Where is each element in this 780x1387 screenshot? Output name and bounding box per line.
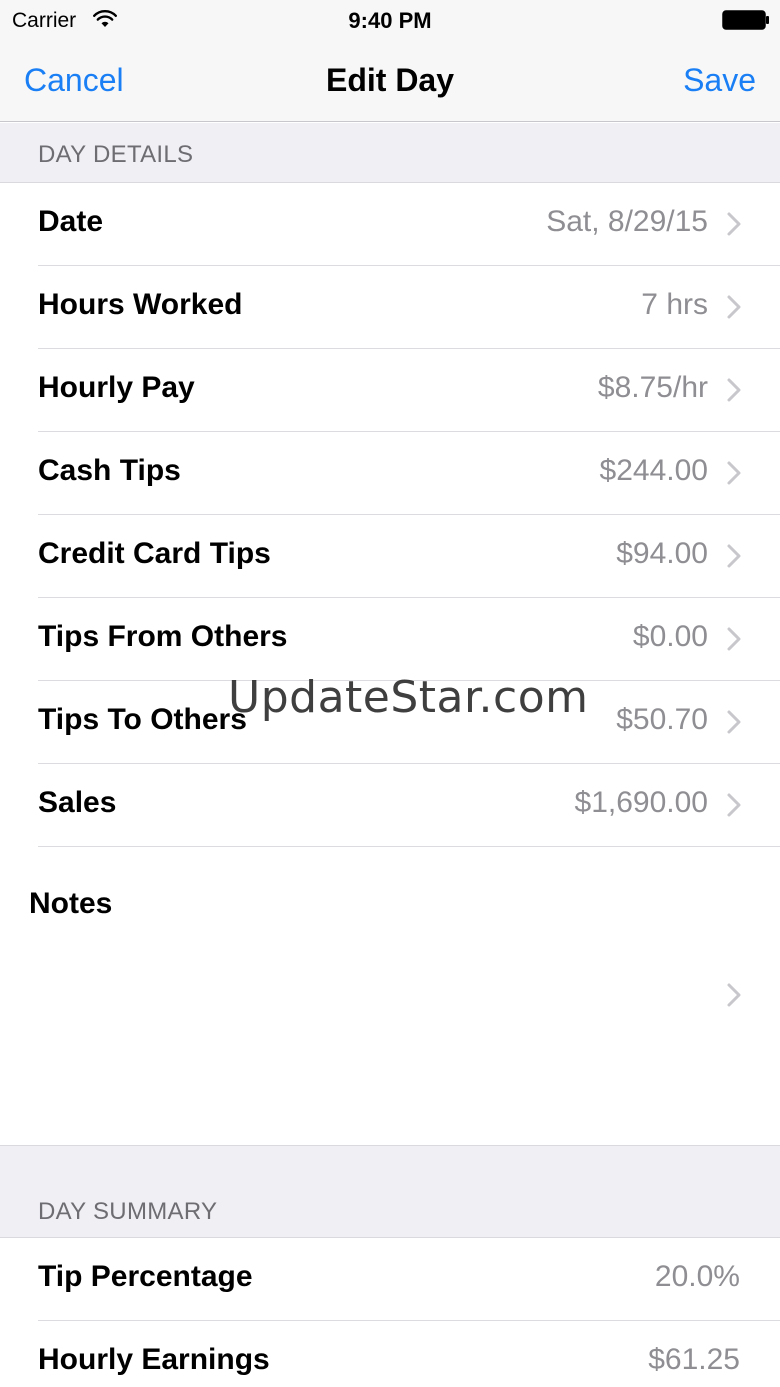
row-label: Cash Tips bbox=[38, 454, 181, 487]
row-value: $61.25 bbox=[648, 1343, 740, 1376]
row-label: Credit Card Tips bbox=[38, 537, 271, 570]
chevron-right-icon bbox=[727, 295, 741, 319]
row-sales[interactable]: Sales $1,690.00 bbox=[0, 764, 780, 847]
row-hourly-pay[interactable]: Hourly Pay $8.75/hr bbox=[0, 349, 780, 432]
chevron-right-icon bbox=[727, 983, 741, 1007]
chevron-right-icon bbox=[727, 212, 741, 236]
row-date[interactable]: Date Sat, 8/29/15 bbox=[0, 183, 780, 266]
status-time: 9:40 PM bbox=[348, 8, 432, 33]
row-credit-card-tips[interactable]: Credit Card Tips $94.00 bbox=[0, 515, 780, 598]
row-value: $8.75/hr bbox=[597, 371, 708, 404]
row-hours-worked[interactable]: Hours Worked 7 hrs bbox=[0, 266, 780, 349]
row-label: Hourly Pay bbox=[38, 371, 195, 404]
row-value: 7 hrs bbox=[641, 288, 708, 321]
chevron-right-icon bbox=[727, 461, 741, 485]
chevron-right-icon bbox=[727, 710, 741, 734]
battery-icon bbox=[722, 10, 769, 30]
save-button[interactable]: Save bbox=[683, 62, 756, 99]
row-value: $0.00 bbox=[632, 620, 708, 653]
row-tips-from-others[interactable]: Tips From Others $0.00 bbox=[0, 598, 780, 681]
notes-label: Notes bbox=[29, 887, 113, 920]
row-value: $94.00 bbox=[616, 537, 708, 570]
day-details-header: DAY DETAILS bbox=[0, 123, 780, 183]
day-summary-header: DAY SUMMARY bbox=[0, 1145, 780, 1238]
chevron-right-icon bbox=[727, 378, 741, 402]
row-value: $244.00 bbox=[599, 454, 708, 487]
status-bar: Carrier 9:40 PM bbox=[0, 0, 780, 40]
row-label: Date bbox=[38, 205, 104, 238]
row-label: Sales bbox=[38, 786, 117, 819]
row-label: Hours Worked bbox=[38, 288, 243, 321]
cancel-button[interactable]: Cancel bbox=[24, 62, 124, 99]
row-value: 20.0% bbox=[654, 1260, 740, 1293]
row-label: Tip Percentage bbox=[38, 1260, 253, 1293]
row-tips-to-others[interactable]: Tips To Others $50.70 bbox=[0, 681, 780, 764]
chevron-right-icon bbox=[727, 793, 741, 817]
row-tip-percentage: Tip Percentage 20.0% bbox=[0, 1238, 780, 1321]
row-label: Hourly Earnings bbox=[38, 1343, 270, 1376]
row-label: Tips From Others bbox=[38, 620, 288, 653]
row-hourly-earnings: Hourly Earnings $61.25 bbox=[0, 1321, 780, 1387]
chevron-right-icon bbox=[727, 544, 741, 568]
row-value: $1,690.00 bbox=[574, 786, 708, 819]
row-value: $50.70 bbox=[616, 703, 708, 736]
notes-field[interactable] bbox=[0, 845, 780, 1145]
navigation-bar: Cancel Edit Day Save bbox=[0, 40, 780, 122]
day-details-header-label: DAY DETAILS bbox=[38, 141, 194, 168]
chevron-right-icon bbox=[727, 627, 741, 651]
row-label: Tips To Others bbox=[38, 703, 247, 736]
day-summary-header-label: DAY SUMMARY bbox=[38, 1198, 218, 1225]
row-cash-tips[interactable]: Cash Tips $244.00 bbox=[0, 432, 780, 515]
row-value: Sat, 8/29/15 bbox=[546, 205, 708, 238]
